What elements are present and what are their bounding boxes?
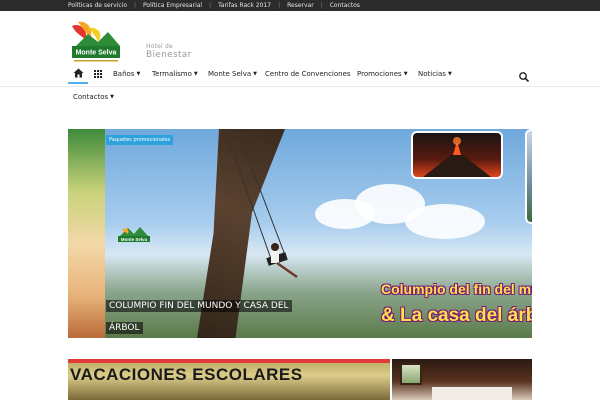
monte-selva-logo-icon: Monte Selva	[72, 21, 120, 62]
slide-caption-text: COLUMPIO FIN DEL MUNDO Y CASA DEL ÁRBOL	[106, 300, 292, 334]
chevron-down-icon: ▼	[136, 71, 141, 77]
svg-text:Monte Selva: Monte Selva	[121, 237, 148, 242]
tagline-line-2: Bienestar	[146, 50, 192, 60]
top-separator: |	[133, 2, 137, 9]
top-link-politica-empresarial[interactable]: Política Empresarial	[143, 0, 202, 11]
main-nav: Baños ▼ Termalismo ▼ Monte Selva ▼ Centro d…	[68, 64, 532, 84]
nav-item-banos[interactable]: Baños ▼	[113, 64, 140, 84]
poster-line-2: & La casa del árb	[381, 305, 532, 326]
cloud	[405, 204, 485, 239]
nav-item-noticias[interactable]: Noticias ▼	[418, 64, 452, 84]
nav-label: Promociones	[357, 70, 402, 78]
nav-item-promociones[interactable]: Promociones ▼	[357, 64, 408, 84]
top-separator: |	[278, 2, 281, 9]
nav-label: Contactos	[73, 93, 109, 101]
swing-photo	[525, 129, 532, 224]
swing-illustration	[224, 129, 298, 279]
nav-label: Baños	[113, 70, 135, 78]
chevron-down-icon: ▼	[110, 94, 115, 100]
nav-divider	[0, 86, 600, 87]
nav-label: Centro de Convenciones	[265, 70, 351, 78]
top-bar: Políticas de servicio | Política Empresa…	[0, 0, 600, 11]
search-button[interactable]	[518, 68, 530, 83]
grid-icon[interactable]	[94, 70, 102, 78]
hero-small-logo: Monte Selva	[116, 224, 152, 244]
poster-line-1: Columpio del fin del mundo	[381, 281, 532, 297]
category-badge[interactable]: Paquetes promocionales	[106, 135, 174, 145]
promo-tile-room[interactable]	[392, 359, 532, 400]
svg-text:Monte Selva: Monte Selva	[76, 50, 117, 57]
top-link-politicas-servicio[interactable]: Políticas de servicio	[68, 0, 127, 11]
top-link-tarifas-rack[interactable]: Tarifas Rack 2017	[218, 0, 271, 11]
poster-title: Columpio del fin del mundo & La casa del…	[377, 279, 532, 337]
logo-tagline: Hotel de Bienestar	[146, 44, 192, 61]
chevron-down-icon: ▼	[447, 71, 452, 77]
top-separator: |	[209, 2, 212, 9]
volcano-photo	[411, 131, 503, 179]
room-bed	[432, 387, 512, 400]
volcano-icon	[423, 137, 491, 177]
nav-label: Monte Selva	[208, 70, 252, 78]
top-links: Políticas de servicio | Política Empresa…	[68, 0, 360, 11]
chevron-down-icon: ▼	[193, 71, 198, 77]
chevron-down-icon: ▼	[403, 71, 408, 77]
monte-selva-logo-icon: Monte Selva	[118, 227, 150, 242]
tile-title: VACACIONES ESCOLARES	[70, 365, 303, 384]
top-link-contactos[interactable]: Contactos	[330, 0, 360, 11]
nav-item-centro-convenciones[interactable]: Centro de Convenciones	[265, 64, 351, 84]
nav-item-monte-selva[interactable]: Monte Selva ▼	[208, 64, 257, 84]
promo-tile-vacaciones[interactable]: VACACIONES ESCOLARES	[68, 359, 390, 400]
nav-label: Termalismo	[152, 70, 192, 78]
search-icon	[519, 72, 530, 83]
top-separator: |	[320, 2, 323, 9]
chevron-down-icon: ▼	[253, 71, 258, 77]
top-link-reservar[interactable]: Reservar	[287, 0, 314, 11]
slide-caption[interactable]: COLUMPIO FIN DEL MUNDO Y CASA DEL ÁRBOL	[106, 293, 310, 337]
hero-side-image	[68, 129, 105, 338]
nav-home-button[interactable]	[68, 64, 88, 84]
site-logo[interactable]: Monte Selva	[68, 20, 124, 64]
nav-item-contactos[interactable]: Contactos ▼	[73, 88, 114, 106]
nav-item-termalismo[interactable]: Termalismo ▼	[152, 64, 198, 84]
room-window	[400, 363, 422, 385]
home-icon	[73, 68, 83, 78]
nav-label: Noticias	[418, 70, 446, 78]
tile-strip	[68, 359, 390, 363]
